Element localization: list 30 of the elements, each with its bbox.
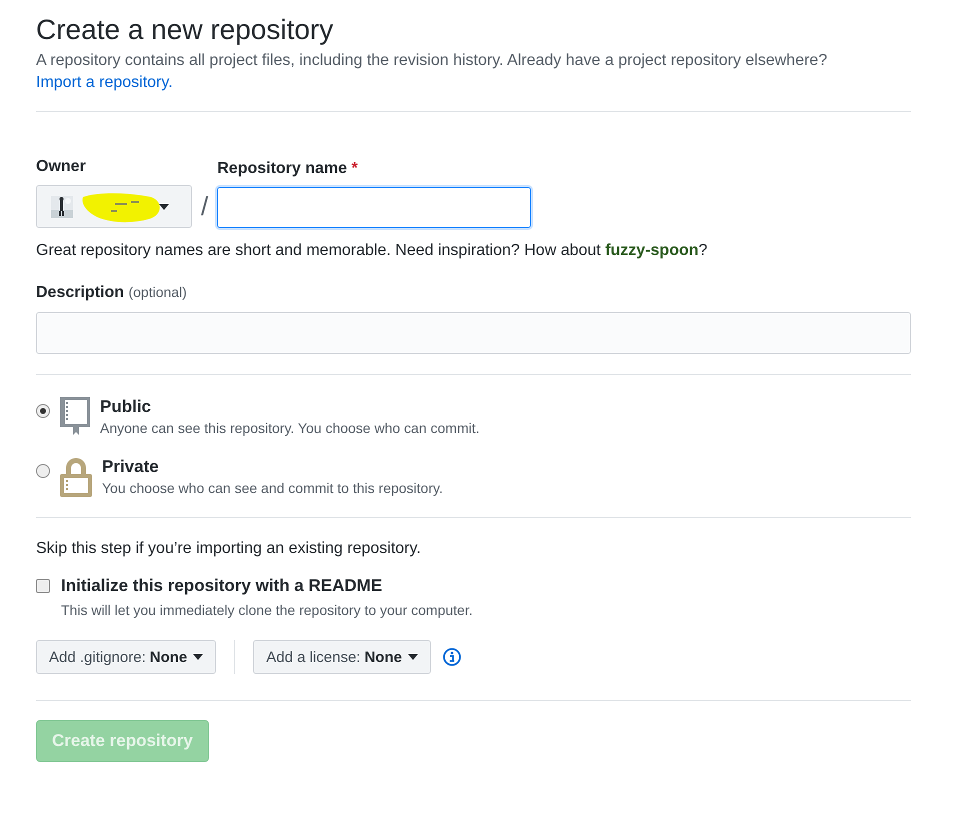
readme-checkbox[interactable] (36, 579, 50, 593)
info-icon (442, 648, 461, 666)
owner-dropdown[interactable] (36, 185, 192, 228)
readme-label: Initialize this repository with a README (61, 576, 382, 596)
book-icon (60, 397, 90, 437)
radio-button[interactable] (36, 464, 50, 478)
name-hint: Great repository names are short and memorable. Need inspiration? How about fuzzy-spoon? (36, 242, 708, 260)
readme-description: This will let you immediately clone the repository to your computer. (61, 602, 474, 618)
radio-button[interactable] (36, 404, 50, 418)
caret-icon (193, 654, 204, 660)
description-label: Description (optional) (36, 284, 188, 302)
select-dropdown[interactable]: Add a license: None (253, 640, 431, 674)
repository-name-label: Repository name * (217, 160, 359, 178)
lock-icon (60, 457, 92, 497)
page-description: A repository contains all project files, including the revision history. Already have a project repository elsewhere? Import a repository. (36, 51, 828, 93)
option-description: Anyone can see this repository. You choose who can commit. (100, 420, 480, 436)
option-title: Public (100, 397, 152, 417)
import-link[interactable]: Import a repository. (36, 74, 173, 91)
skip-note: Skip this step if you’re importing an existing repository. (36, 540, 422, 558)
caret-icon (159, 204, 169, 210)
option-description: You choose who can see and commit to this repository. (102, 480, 443, 496)
description-field[interactable] (36, 312, 911, 354)
repository-name-field[interactable] (217, 187, 532, 228)
caret-icon (408, 654, 418, 660)
owner-label: Owner (36, 158, 87, 176)
suggestion-link[interactable]: fuzzy-spoon (605, 242, 699, 259)
option-title: Private (102, 457, 160, 477)
separator-slash: / (201, 191, 208, 222)
select-dropdown[interactable]: Add .gitignore: None (36, 640, 216, 674)
page-title: Create a new repository (36, 14, 334, 46)
